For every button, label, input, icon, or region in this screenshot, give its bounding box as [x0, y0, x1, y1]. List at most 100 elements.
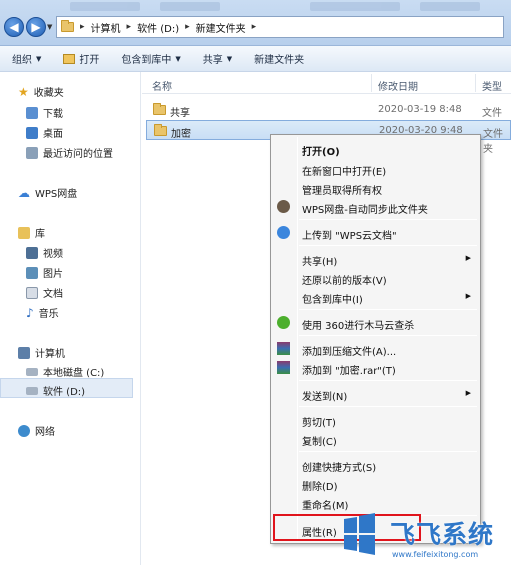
organize-label: 组织 [12, 55, 32, 66]
menu-item-take-ownership[interactable]: 管理员取得所有权 [272, 178, 479, 198]
include-library-button[interactable]: 包含到库中 ▼ [121, 51, 180, 67]
chevron-right-icon[interactable]: ▸ [127, 22, 132, 32]
context-menu: 打开(O) 在新窗口中打开(E) 管理员取得所有权 WPS网盘-自动同步此文件夹… [270, 134, 481, 544]
column-divider[interactable] [475, 74, 476, 92]
open-button[interactable]: 打开 [63, 51, 99, 66]
menu-item-add-rar[interactable]: 添加到 "加密.rar"(T) [272, 358, 479, 378]
breadcrumb-new-folder[interactable]: 新建文件夹 [196, 20, 246, 35]
nav-downloads[interactable]: 下载 [26, 105, 63, 120]
menu-separator [299, 451, 477, 452]
menu-label: 添加到压缩文件(A)... [302, 347, 397, 358]
file-name: 共享 [170, 108, 190, 119]
menu-item-add-archive[interactable]: 添加到压缩文件(A)... [272, 339, 479, 359]
nav-downloads-label: 下载 [43, 109, 63, 120]
breadcrumb-drive-d[interactable]: 软件 (D:) [137, 20, 179, 35]
column-type[interactable]: 类型 [482, 78, 502, 93]
recent-pages-dropdown-icon[interactable]: ▼ [47, 23, 52, 31]
submenu-arrow-icon: ▶ [465, 254, 471, 262]
organize-button[interactable]: 组织 ▼ [12, 51, 42, 67]
command-toolbar: 组织 ▼ 打开 包含到库中 ▼ 共享 ▼ 新建文件夹 [0, 46, 511, 72]
network-icon [18, 424, 30, 437]
menu-item-open[interactable]: 打开(O) [272, 139, 479, 159]
nav-documents[interactable]: 文档 [26, 285, 63, 300]
menu-label: 添加到 "加密.rar"(T) [302, 366, 396, 377]
chevron-right-icon[interactable]: ▸ [185, 22, 190, 32]
nav-computer[interactable]: 计算机 [18, 345, 65, 360]
folder-icon [154, 124, 167, 136]
hard-drive-icon [26, 386, 38, 395]
nav-computer-label: 计算机 [35, 349, 65, 360]
file-name: 加密 [171, 129, 191, 140]
share-button[interactable]: 共享 ▼ [203, 51, 233, 67]
menu-item-wps-sync[interactable]: WPS网盘-自动同步此文件夹 [272, 197, 479, 217]
nav-desktop-label: 桌面 [43, 129, 63, 140]
open-label: 打开 [79, 55, 100, 66]
watermark-url: www.feifeixitong.com [392, 550, 479, 559]
chevron-right-icon[interactable]: ▸ [80, 22, 85, 32]
nav-libraries-label: 库 [35, 229, 45, 240]
nav-videos[interactable]: 视频 [26, 245, 63, 260]
menu-label: 管理员取得所有权 [302, 186, 382, 197]
navigation-pane: ★ 收藏夹 下载 桌面 最近访问的位置 ☁ WPS网盘 库 视频 图片 文档 ♪… [0, 72, 141, 565]
nav-desktop[interactable]: 桌面 [26, 125, 63, 140]
nav-music[interactable]: ♪ 音乐 [26, 305, 59, 321]
open-folder-icon [63, 53, 76, 64]
column-name[interactable]: 名称 [152, 78, 172, 93]
file-row-share[interactable]: 共享 2020-03-19 8:48 文件夹 [146, 100, 511, 134]
menu-item-open-new-window[interactable]: 在新窗口中打开(E) [272, 159, 479, 179]
column-modified[interactable]: 修改日期 [378, 78, 418, 93]
cloud-upload-icon [277, 226, 290, 239]
menu-label: 创建快捷方式(S) [302, 463, 377, 474]
wps-sync-icon [277, 200, 290, 213]
menu-label: 包含到库中(I) [302, 295, 363, 306]
menu-item-restore[interactable]: 还原以前的版本(V) [272, 268, 479, 288]
menu-item-delete[interactable]: 删除(D) [272, 474, 479, 494]
winrar-icon [277, 342, 290, 355]
back-button[interactable]: ◀ [4, 17, 24, 37]
folder-icon [153, 103, 166, 115]
desktop-icon [26, 126, 38, 139]
menu-separator [299, 245, 477, 246]
breadcrumb-computer[interactable]: 计算机 [91, 20, 121, 35]
nav-pictures-label: 图片 [43, 269, 63, 280]
star-icon: ★ [18, 84, 29, 99]
nav-recent[interactable]: 最近访问的位置 [26, 145, 113, 160]
music-note-icon: ♪ [26, 305, 34, 320]
forward-button[interactable]: ▶ [26, 17, 46, 37]
computer-icon [18, 346, 30, 359]
submenu-arrow-icon: ▶ [465, 389, 471, 397]
new-folder-button[interactable]: 新建文件夹 [254, 51, 304, 66]
nav-favorites[interactable]: ★ 收藏夹 [18, 84, 64, 100]
nav-libraries[interactable]: 库 [18, 225, 45, 240]
menu-item-copy[interactable]: 复制(C) [272, 429, 479, 449]
menu-separator [299, 309, 477, 310]
menu-item-share[interactable]: 共享(H) ▶ [272, 249, 479, 269]
address-bar[interactable]: ▸ 计算机 ▸ 软件 (D:) ▸ 新建文件夹 ▸ [56, 16, 504, 38]
nav-network[interactable]: 网络 [18, 423, 55, 438]
dropdown-arrow-icon: ▼ [226, 54, 233, 63]
windows-logo-icon [344, 513, 375, 555]
nav-software-disk-d[interactable]: 软件 (D:) [26, 383, 85, 398]
menu-item-upload-wps[interactable]: 上传到 "WPS云文档" [272, 223, 479, 243]
watermark: 飞飞系统 www.feifeixitong.com [340, 505, 511, 565]
file-type: 文件夹 [483, 129, 503, 155]
title-bar: ◀ ▶ ▼ ▸ 计算机 ▸ 软件 (D:) ▸ 新建文件夹 ▸ [0, 0, 511, 46]
menu-separator [299, 380, 477, 381]
column-divider[interactable] [371, 74, 372, 92]
nav-music-label: 音乐 [38, 309, 59, 320]
menu-separator [299, 406, 477, 407]
documents-icon [26, 286, 38, 299]
nav-pictures[interactable]: 图片 [26, 265, 63, 280]
file-date: 2020-03-19 8:48 [378, 104, 462, 115]
dropdown-arrow-icon: ▼ [36, 54, 42, 63]
chevron-right-icon[interactable]: ▸ [252, 22, 257, 32]
menu-item-include-library[interactable]: 包含到库中(I) ▶ [272, 287, 479, 307]
menu-item-create-shortcut[interactable]: 创建快捷方式(S) [272, 455, 479, 475]
nav-wps-drive[interactable]: ☁ WPS网盘 [18, 185, 77, 201]
menu-item-cut[interactable]: 剪切(T) [272, 410, 479, 430]
nav-local-disk-c[interactable]: 本地磁盘 (C:) [26, 364, 104, 379]
menu-item-send-to[interactable]: 发送到(N) ▶ [272, 384, 479, 404]
submenu-arrow-icon: ▶ [465, 292, 471, 300]
new-folder-label: 新建文件夹 [254, 55, 305, 66]
menu-item-360-scan[interactable]: 使用 360进行木马云查杀 [272, 313, 479, 333]
